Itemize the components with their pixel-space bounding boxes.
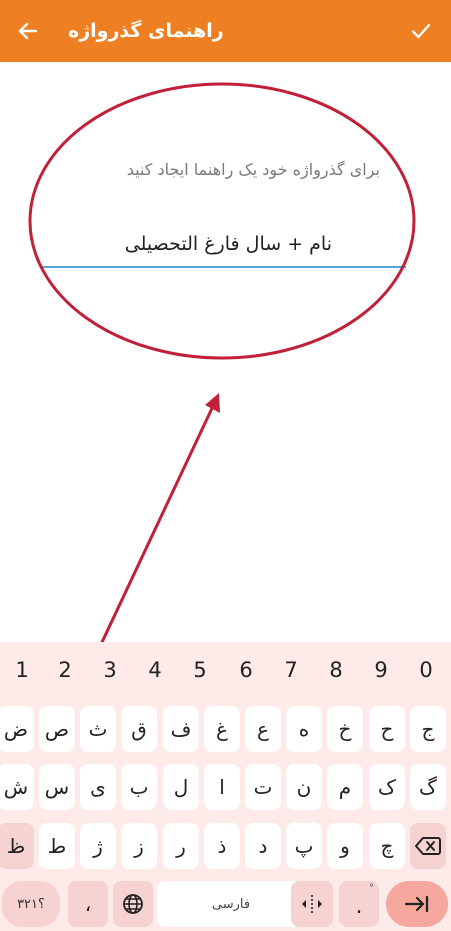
confirm-button[interactable] [405, 15, 437, 47]
key-2[interactable]: 2 [43, 652, 87, 688]
key-pe[interactable]: پ [286, 823, 322, 869]
key-jim[interactable]: ج [410, 706, 446, 752]
key-za[interactable]: ظ [0, 823, 34, 869]
key-vav[interactable]: و [327, 823, 363, 869]
key-mim[interactable]: م [327, 764, 363, 810]
hint-input[interactable] [50, 226, 334, 262]
key-che[interactable]: چ [369, 823, 405, 869]
space-key[interactable]: فارسی [157, 881, 305, 927]
key-8[interactable]: 8 [314, 652, 358, 688]
globe-key[interactable] [113, 881, 153, 927]
key-ye[interactable]: ی [80, 764, 116, 810]
next-key[interactable] [386, 881, 448, 927]
period-label: . [355, 893, 363, 919]
key-khe[interactable]: خ [327, 706, 363, 752]
comma-key[interactable]: ، [68, 881, 108, 927]
arrow-left-icon [18, 22, 38, 40]
helper-text: برای گذرواژه خود یک راهنما ایجاد کنید [126, 160, 380, 179]
key-be[interactable]: ب [121, 764, 157, 810]
next-field-icon [404, 895, 429, 913]
period-hint: ° [369, 883, 374, 894]
key-5[interactable]: 5 [178, 652, 222, 688]
backspace-icon [415, 837, 441, 855]
app-bar: راهنمای گذرواژه [0, 0, 451, 62]
cursor-key[interactable] [291, 881, 333, 927]
key-6[interactable]: 6 [224, 652, 268, 688]
key-re[interactable]: ر [163, 823, 199, 869]
page-title: راهنمای گذرواژه [68, 20, 224, 42]
key-he[interactable]: ه [286, 706, 322, 752]
key-shin[interactable]: ش [0, 764, 34, 810]
symbols-key[interactable]: ؟۳۲۱ [2, 881, 60, 927]
key-lam[interactable]: ل [163, 764, 199, 810]
key-hhe[interactable]: ح [369, 706, 405, 752]
globe-icon [123, 894, 143, 914]
back-button[interactable] [12, 15, 44, 47]
key-ghaf[interactable]: ق [121, 706, 157, 752]
key-1[interactable]: 1 [0, 652, 44, 688]
backspace-key[interactable] [410, 823, 446, 869]
key-zhe[interactable]: ژ [80, 823, 116, 869]
cursor-move-icon [302, 895, 322, 913]
key-4[interactable]: 4 [133, 652, 177, 688]
key-nun[interactable]: ن [286, 764, 322, 810]
key-zad[interactable]: ض [0, 706, 34, 752]
key-ta[interactable]: ط [39, 823, 75, 869]
number-row: 1 2 3 4 5 6 7 8 9 0 [0, 652, 451, 688]
key-alef[interactable]: ا [204, 764, 240, 810]
key-fe[interactable]: ف [163, 706, 199, 752]
key-te[interactable]: ت [245, 764, 281, 810]
period-key[interactable]: . ° [339, 881, 379, 927]
key-dal[interactable]: د [245, 823, 281, 869]
key-kaf[interactable]: ک [369, 764, 405, 810]
key-7[interactable]: 7 [269, 652, 313, 688]
key-sad[interactable]: ص [39, 706, 75, 752]
content-area: برای گذرواژه خود یک راهنما ایجاد کنید [0, 62, 451, 642]
hint-field[interactable] [40, 222, 406, 268]
key-gaf[interactable]: گ [410, 764, 446, 810]
key-sin[interactable]: س [39, 764, 75, 810]
key-gheyn[interactable]: غ [204, 706, 240, 752]
key-ze[interactable]: ز [121, 823, 157, 869]
key-0[interactable]: 0 [404, 652, 448, 688]
key-se[interactable]: ث [80, 706, 116, 752]
key-zal[interactable]: ذ [204, 823, 240, 869]
check-icon [411, 23, 431, 39]
key-eyn[interactable]: ع [245, 706, 281, 752]
key-3[interactable]: 3 [88, 652, 132, 688]
key-9[interactable]: 9 [359, 652, 403, 688]
keyboard: 1 2 3 4 5 6 7 8 9 0 ض ص ث ق ف غ ع ه خ ح … [0, 642, 451, 931]
